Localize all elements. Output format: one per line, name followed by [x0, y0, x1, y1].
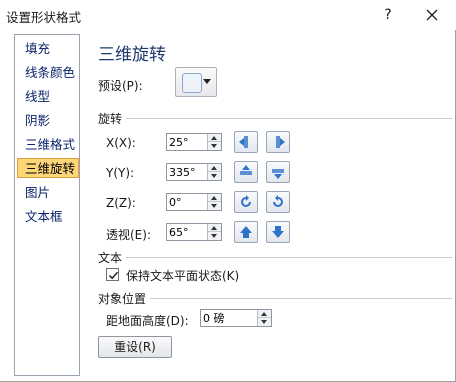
z-rotate-counterclockwise-button[interactable] — [234, 191, 258, 213]
nav-item-text-box[interactable]: 文本框 — [19, 207, 79, 227]
page-title: 三维旋转 — [98, 45, 166, 65]
distance-from-ground-stepper[interactable] — [200, 309, 272, 327]
perspective-label: 透视(E): — [106, 228, 151, 242]
spin-down-icon[interactable] — [208, 172, 221, 180]
help-button[interactable]: ? — [378, 5, 398, 25]
close-button[interactable] — [420, 3, 444, 27]
text-separator — [126, 257, 452, 258]
x-rotation-stepper[interactable] — [166, 133, 222, 151]
distance-spin-buttons — [257, 310, 271, 326]
y-rotation-spin-buttons — [207, 164, 221, 180]
x-rotation-spin-buttons — [207, 134, 221, 150]
perspective-decrease-button[interactable] — [266, 221, 290, 243]
x-rotate-right-button[interactable] — [266, 131, 290, 153]
y-rotation-label: Y(Y): — [106, 166, 135, 180]
text-section-heading: 文本 — [98, 251, 123, 265]
perspective-increase-button[interactable] — [234, 221, 258, 243]
nav-item-picture[interactable]: 图片 — [19, 183, 79, 203]
y-rotate-up-button[interactable] — [234, 161, 258, 183]
spin-down-icon[interactable] — [208, 142, 221, 150]
y-rotation-input[interactable] — [167, 164, 207, 180]
rotate-clockwise-icon — [273, 195, 283, 207]
x-rotation-input[interactable] — [167, 134, 207, 150]
keep-text-flat-label[interactable]: 保持文本平面状态(K) — [126, 267, 239, 284]
spin-up-icon[interactable] — [208, 164, 221, 172]
spin-down-icon[interactable] — [208, 232, 221, 240]
category-list: 填充 线条颜色 线型 阴影 三维格式 三维旋转 图片 文本框 — [14, 34, 80, 376]
nav-item-line-style[interactable]: 线型 — [19, 87, 79, 107]
y-rotate-down-button[interactable] — [266, 161, 290, 183]
preset-swatch — [182, 73, 202, 93]
y-rotation-stepper[interactable] — [166, 163, 222, 181]
z-rotate-clockwise-button[interactable] — [266, 191, 290, 213]
nav-item-fill[interactable]: 填充 — [19, 39, 79, 59]
title-bar: 设置形状格式 ? — [0, 0, 456, 30]
rotate-right-icon — [276, 136, 285, 148]
spin-up-icon[interactable] — [208, 134, 221, 142]
perspective-spin-buttons — [207, 224, 221, 240]
checkmark-icon — [108, 271, 119, 280]
keep-text-flat-checkbox[interactable] — [106, 268, 119, 281]
nav-item-3d-rotation[interactable]: 三维旋转 — [17, 158, 79, 178]
nav-item-3d-format[interactable]: 三维格式 — [19, 135, 79, 155]
distance-from-ground-label: 距地面高度(D): — [106, 314, 189, 328]
nav-item-shadow[interactable]: 阴影 — [19, 111, 79, 131]
spin-down-icon[interactable] — [208, 202, 221, 210]
x-rotate-left-button[interactable] — [234, 131, 258, 153]
perspective-decrease-icon — [272, 226, 284, 238]
chevron-down-icon — [203, 79, 211, 84]
rotation-separator — [126, 118, 452, 119]
x-rotation-label: X(X): — [106, 136, 136, 150]
z-rotation-spin-buttons — [207, 194, 221, 210]
preset-dropdown[interactable] — [175, 67, 217, 97]
rotation-section-heading: 旋转 — [98, 112, 123, 126]
rotate-down-icon — [272, 169, 284, 179]
perspective-stepper[interactable] — [166, 223, 222, 241]
spin-up-icon[interactable] — [208, 194, 221, 202]
close-icon — [426, 9, 438, 21]
object-position-section-heading: 对象位置 — [98, 292, 147, 306]
rotate-counterclockwise-icon — [241, 195, 251, 207]
spin-up-icon[interactable] — [208, 224, 221, 232]
rotation-page: 三维旋转 预设(P): 旋转 X(X): 25° Y(Y): 335° Z(Z)… — [90, 34, 456, 382]
rotate-up-icon — [240, 165, 252, 175]
distance-from-ground-input[interactable] — [201, 310, 257, 326]
dialog-title: 设置形状格式 — [6, 10, 82, 25]
spin-down-icon[interactable] — [258, 318, 271, 326]
nav-item-line-color[interactable]: 线条颜色 — [19, 63, 79, 83]
preset-label: 预设(P): — [98, 79, 143, 93]
perspective-increase-icon — [240, 226, 252, 238]
format-shape-dialog: 设置形状格式 ? 填充 线条颜色 线型 阴影 三维格式 三维旋转 图片 文本框 … — [0, 0, 456, 382]
z-rotation-stepper[interactable] — [166, 193, 222, 211]
spin-up-icon[interactable] — [258, 310, 271, 318]
perspective-input[interactable] — [167, 224, 207, 240]
rotate-left-icon — [239, 136, 248, 148]
object-position-separator — [150, 298, 452, 299]
z-rotation-label: Z(Z): — [106, 196, 136, 210]
reset-button[interactable]: 重设(R) — [98, 336, 172, 358]
z-rotation-input[interactable] — [167, 194, 207, 210]
